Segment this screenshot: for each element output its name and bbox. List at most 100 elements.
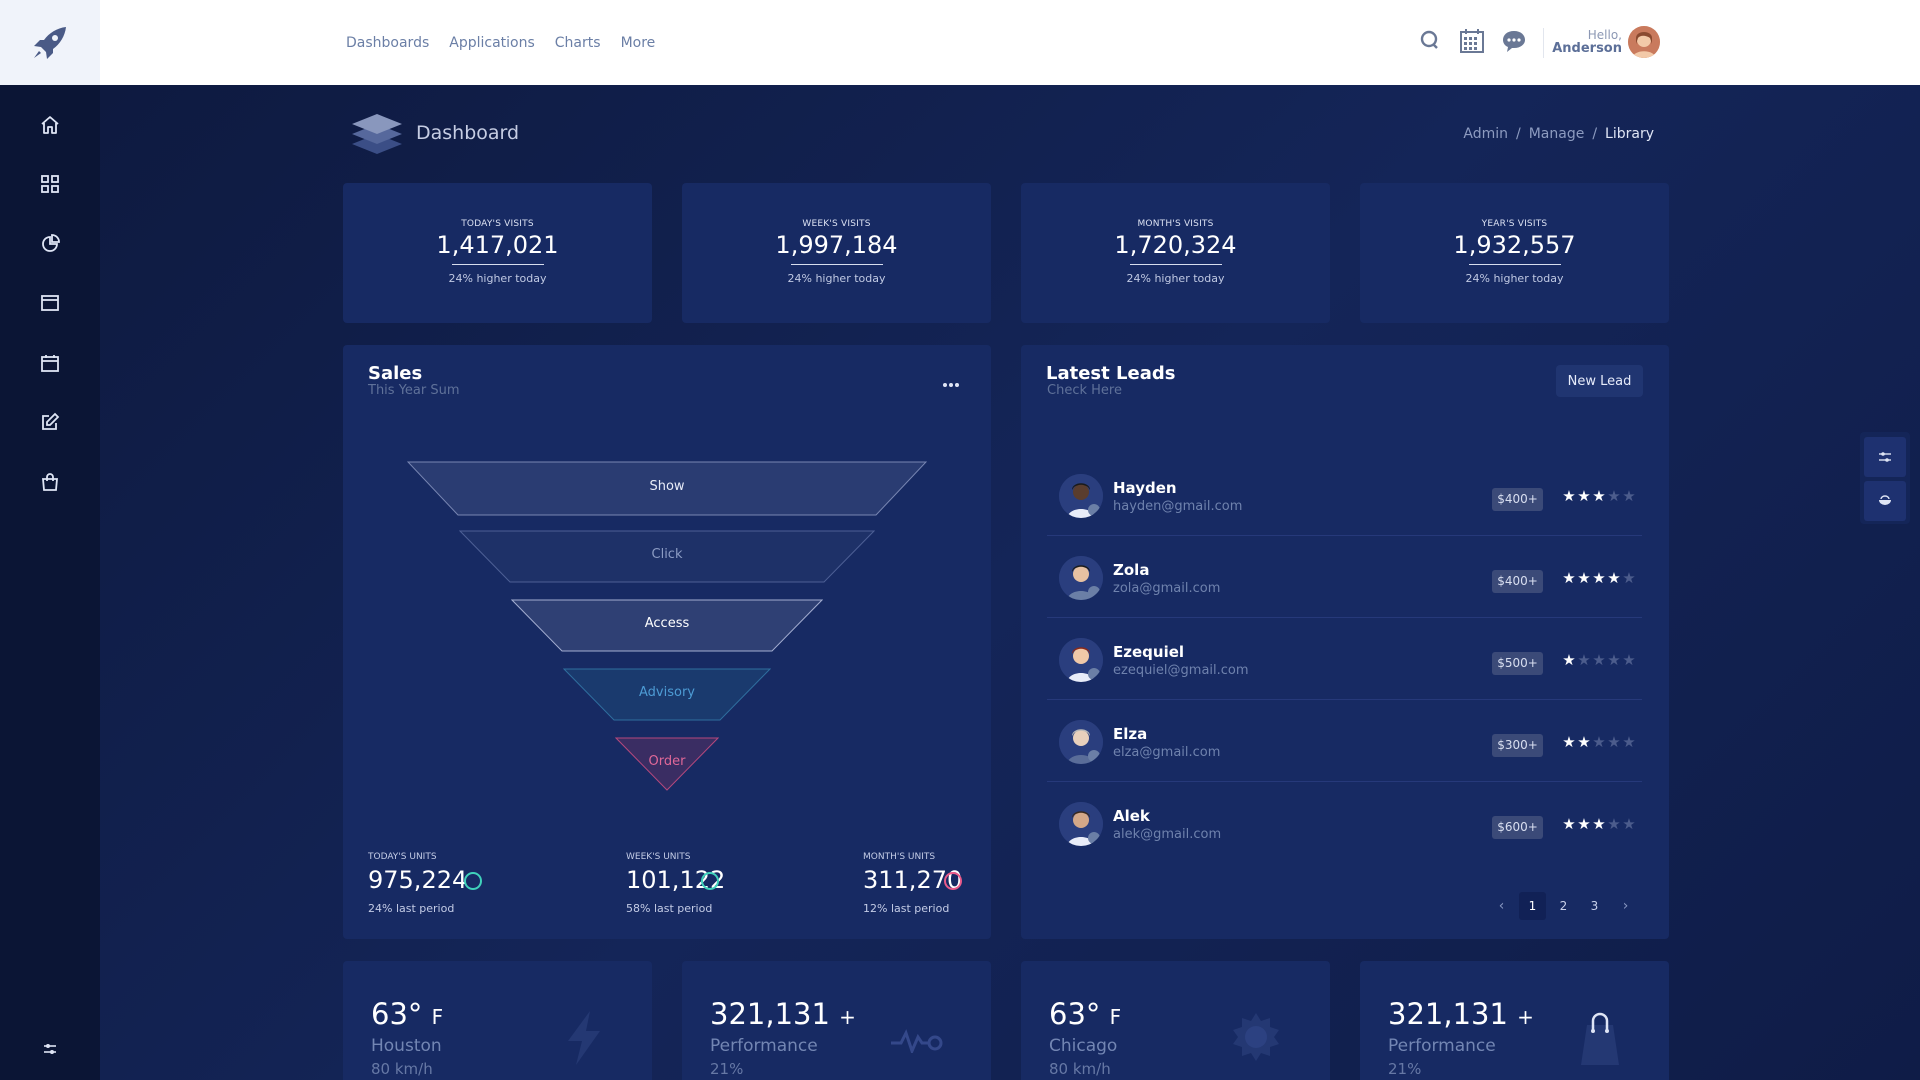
chat-icon[interactable] xyxy=(1500,26,1528,56)
sidebar-edit-icon[interactable] xyxy=(36,408,64,436)
star-empty-icon[interactable]: ★ xyxy=(1622,569,1636,587)
star-filled-icon[interactable]: ★ xyxy=(1577,487,1591,505)
lead-email[interactable]: elza@gmail.com xyxy=(1113,745,1220,760)
card-value-unit: + xyxy=(1517,1005,1534,1029)
star-filled-icon[interactable]: ★ xyxy=(1607,569,1621,587)
search-icon[interactable] xyxy=(1416,26,1444,56)
more-options-icon[interactable] xyxy=(941,375,961,387)
stat-card-week: WEEK'S VISITS 1,997,184 24% higher today xyxy=(682,183,991,323)
star-filled-icon[interactable]: ★ xyxy=(1562,487,1576,505)
sidebar-pie-chart-icon[interactable] xyxy=(36,230,64,258)
units-label: WEEK'S UNITS xyxy=(626,852,691,862)
sidebar xyxy=(0,85,100,1080)
pagination-next-icon[interactable]: › xyxy=(1612,892,1639,920)
funnel-stage-access[interactable]: Access xyxy=(511,599,823,653)
stat-label: WEEK'S VISITS xyxy=(802,219,871,229)
card-value-unit: F xyxy=(1109,1005,1122,1029)
lead-row[interactable]: Hayden hayden@gmail.com $400+ ★ ★ ★ ★ ★ xyxy=(1047,454,1642,536)
star-filled-icon[interactable]: ★ xyxy=(1562,815,1576,833)
lead-name[interactable]: Alek xyxy=(1113,807,1150,825)
theme-toggle-icon[interactable] xyxy=(1864,481,1906,521)
sales-subtitle: This Year Sum xyxy=(368,383,460,398)
star-empty-icon[interactable]: ★ xyxy=(1622,733,1636,751)
nav-applications[interactable]: Applications xyxy=(449,35,535,51)
star-filled-icon[interactable]: ★ xyxy=(1592,815,1606,833)
lead-name[interactable]: Elza xyxy=(1113,725,1147,743)
sidebar-home-icon[interactable] xyxy=(36,111,64,139)
breadcrumb-manage[interactable]: Manage xyxy=(1529,126,1585,142)
rocket-icon xyxy=(34,26,66,59)
funnel-stage-show[interactable]: Show xyxy=(407,461,927,517)
card-value-number: 63° xyxy=(371,997,423,1031)
user-greeting[interactable]: Hello, Anderson xyxy=(1550,29,1622,56)
card-value-unit: + xyxy=(839,1005,856,1029)
lead-name[interactable]: Ezequiel xyxy=(1113,643,1184,661)
stat-underline xyxy=(451,264,544,265)
pagination-prev-icon[interactable]: ‹ xyxy=(1488,892,1515,920)
sidebar-settings-icon[interactable] xyxy=(36,1035,64,1063)
star-empty-icon[interactable]: ★ xyxy=(1607,487,1621,505)
pagination-page[interactable]: 1 xyxy=(1519,892,1546,920)
lead-row[interactable]: Alek alek@gmail.com $600+ ★ ★ ★ ★ ★ xyxy=(1047,782,1642,864)
lead-name[interactable]: Hayden xyxy=(1113,479,1177,497)
star-empty-icon[interactable]: ★ xyxy=(1607,651,1621,669)
star-empty-icon[interactable]: ★ xyxy=(1607,733,1621,751)
sidebar-bag-icon[interactable] xyxy=(36,468,64,496)
funnel-stage-advisory[interactable]: Advisory xyxy=(563,668,771,722)
funnel-stage-click[interactable]: Click xyxy=(459,530,875,584)
lead-name[interactable]: Zola xyxy=(1113,561,1149,579)
pagination-page[interactable]: 3 xyxy=(1581,892,1608,920)
star-empty-icon[interactable]: ★ xyxy=(1592,733,1606,751)
pagination-page[interactable]: 2 xyxy=(1550,892,1577,920)
funnel-stage-order[interactable]: Order xyxy=(615,737,719,791)
lead-row[interactable]: Ezequiel ezequiel@gmail.com $500+ ★ ★ ★ ★ ★ xyxy=(1047,618,1642,700)
status-ring-icon xyxy=(464,872,482,890)
lead-value-badge: $300+ xyxy=(1492,734,1543,757)
nav-more[interactable]: More xyxy=(621,35,656,51)
breadcrumb-separator: / xyxy=(1515,126,1521,142)
star-filled-icon[interactable]: ★ xyxy=(1562,651,1576,669)
weather-card-houston: 63° F Houston 80 km/h xyxy=(343,961,652,1080)
stat-underline xyxy=(1129,264,1222,265)
lead-email[interactable]: ezequiel@gmail.com xyxy=(1113,663,1249,678)
nav-charts[interactable]: Charts xyxy=(555,35,601,51)
star-filled-icon[interactable]: ★ xyxy=(1577,815,1591,833)
star-empty-icon[interactable]: ★ xyxy=(1622,815,1636,833)
star-filled-icon[interactable]: ★ xyxy=(1577,733,1591,751)
units-sub: 12% last period xyxy=(863,902,950,915)
sidebar-window-icon[interactable] xyxy=(36,289,64,317)
customize-icon[interactable] xyxy=(1864,437,1906,477)
lead-row[interactable]: Zola zola@gmail.com $400+ ★ ★ ★ ★ ★ xyxy=(1047,536,1642,618)
breadcrumb-admin[interactable]: Admin xyxy=(1463,126,1508,142)
sun-icon xyxy=(1230,1011,1282,1067)
lead-value-badge: $400+ xyxy=(1492,488,1543,511)
star-filled-icon[interactable]: ★ xyxy=(1577,569,1591,587)
nav-dashboards[interactable]: Dashboards xyxy=(346,35,429,51)
card-sub: 80 km/h xyxy=(371,1060,433,1078)
stat-underline xyxy=(790,264,883,265)
units-label: TODAY'S UNITS xyxy=(368,852,437,862)
star-filled-icon[interactable]: ★ xyxy=(1592,487,1606,505)
star-empty-icon[interactable]: ★ xyxy=(1622,651,1636,669)
star-empty-icon[interactable]: ★ xyxy=(1577,651,1591,669)
calendar-icon[interactable] xyxy=(1458,26,1486,56)
sidebar-grid-icon[interactable] xyxy=(36,170,64,198)
lead-row[interactable]: Elza elza@gmail.com $300+ ★ ★ ★ ★ ★ xyxy=(1047,700,1642,782)
lead-email[interactable]: alek@gmail.com xyxy=(1113,827,1221,842)
star-filled-icon[interactable]: ★ xyxy=(1562,569,1576,587)
new-lead-button[interactable]: New Lead xyxy=(1556,365,1643,397)
units-sub: 24% last period xyxy=(368,902,455,915)
star-empty-icon[interactable]: ★ xyxy=(1607,815,1621,833)
star-filled-icon[interactable]: ★ xyxy=(1592,569,1606,587)
user-avatar[interactable] xyxy=(1628,26,1660,58)
sidebar-calendar-icon[interactable] xyxy=(36,349,64,377)
lead-avatar xyxy=(1059,474,1103,518)
app-logo[interactable] xyxy=(0,0,100,85)
lead-email[interactable]: zola@gmail.com xyxy=(1113,581,1220,596)
stat-sub: 24% higher today xyxy=(787,272,886,285)
lead-email[interactable]: hayden@gmail.com xyxy=(1113,499,1242,514)
star-filled-icon[interactable]: ★ xyxy=(1562,733,1576,751)
star-empty-icon[interactable]: ★ xyxy=(1592,651,1606,669)
star-empty-icon[interactable]: ★ xyxy=(1622,487,1636,505)
stat-value: 1,417,021 xyxy=(436,231,559,259)
